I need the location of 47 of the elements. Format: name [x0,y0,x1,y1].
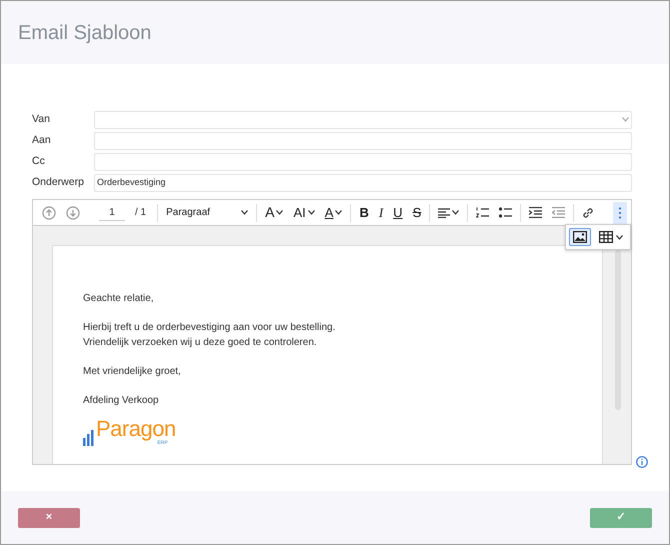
image-insert-button[interactable] [569,228,591,246]
paragraph: Afdeling Verkoop [83,394,160,408]
paragraph: Met vriendelijke groet, [83,365,182,379]
input-field[interactable] [94,132,632,150]
font-size-button[interactable]: A [260,202,288,224]
field-label: Cc [32,154,46,169]
dropdown-field[interactable] [94,110,632,128]
arrow-down-icon [66,206,80,220]
input-field[interactable] [94,152,632,170]
paragraph: Hierbij treft u de orderbevestiging aan voor uw bestelling. Vriendelijk verzoeken wij u deze goed te controleren. [83,321,336,350]
table-icon [599,231,613,243]
arrow-up-icon [42,206,56,220]
logo-wordmark: Paragon [96,418,176,440]
image-icon [573,231,587,243]
strikethrough-button[interactable]: S [408,202,426,224]
more-icon [618,206,622,218]
caret-icon [335,210,342,215]
underline-button[interactable]: U [388,202,408,224]
link-icon [582,206,594,218]
field-label: Van [32,112,51,127]
bar-chart-logo-icon [83,428,95,446]
input-field[interactable]: Orderbevestiging [94,174,632,192]
caret-icon [452,210,460,215]
paragraph: Geachte relatie, [83,292,155,306]
indent-icon [529,207,542,218]
scrollbar[interactable] [615,250,621,410]
more-options-button[interactable] [613,202,627,224]
page-total: / 1 [135,206,146,220]
window-title: Email Sjabloon [18,21,152,45]
caret-icon [308,210,315,215]
field-label: Onderwerp [32,174,85,190]
caret-icon [276,210,284,215]
bold-button[interactable]: B [354,202,374,224]
caret-icon [241,210,248,215]
italic-button[interactable]: I [374,202,388,224]
info-icon [636,456,648,468]
text-color-button[interactable]: A [320,202,348,224]
page-number-field[interactable]: 1 [99,204,125,220]
caret-icon [616,234,623,240]
field-label: Aan [32,132,52,148]
block-format-dropdown[interactable]: Paragraaf [161,202,254,224]
numbered-list-icon [476,207,490,218]
outdent-icon [552,207,566,218]
chevron-down-icon [622,117,629,122]
bullet-list-icon [499,207,512,218]
align-left-icon [438,208,450,218]
line-height-button[interactable]: AI [288,202,320,224]
